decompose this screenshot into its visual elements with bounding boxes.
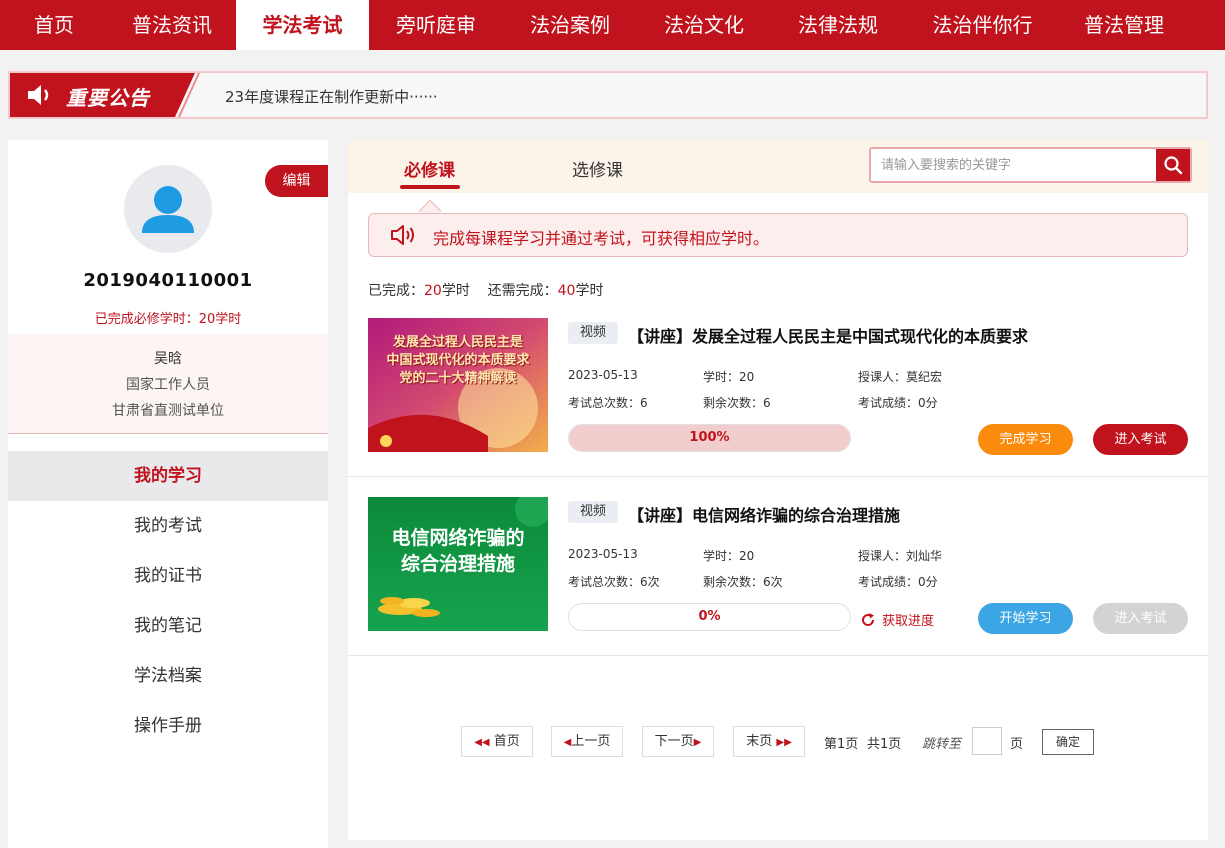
done-label: 已完成： <box>368 283 424 299</box>
get-progress-label: 获取进度 <box>882 614 935 629</box>
info-tip: 完成每课程学习并通过考试，可获得相应学时。 <box>368 213 1188 257</box>
arrow-right-icon: ▶ <box>693 737 702 748</box>
course-teacher: 授课人：莫纪宏 <box>858 370 943 384</box>
completed-hours: 已完成必修学时：20学时 <box>94 312 242 327</box>
remaining-unit: 学时 <box>575 283 604 299</box>
progress-text: 0% <box>698 609 721 624</box>
user-role: 国家工作人员 <box>126 377 210 393</box>
total-pages: 共1页 <box>867 737 902 752</box>
last-page-button[interactable]: 末页 ▶▶ <box>733 726 805 757</box>
current-page: 第1页 <box>824 737 859 752</box>
enter-exam-button-disabled[interactable]: 进入考试 <box>1093 603 1188 634</box>
search-input[interactable] <box>871 149 1156 181</box>
nav-item-management[interactable]: 普法管理 <box>1060 0 1188 50</box>
enter-exam-button[interactable]: 进入考试 <box>1093 424 1188 455</box>
active-tab-indicator <box>400 185 460 189</box>
course-type-tag: 视频 <box>568 322 618 344</box>
nav-item-news[interactable]: 普法资讯 <box>108 0 236 50</box>
done-value: 20 <box>424 283 442 299</box>
course-thumbnail[interactable]: 电信网络诈骗的 综合治理措施 <box>368 497 548 631</box>
exam-remaining-count: 剩余次数：6次 <box>703 575 783 589</box>
course-type-tag: 视频 <box>568 501 618 523</box>
exam-total-count: 考试总次数：6次 <box>568 575 660 589</box>
user-info-box: 吴晗 国家工作人员 甘肃省直测试单位 <box>8 334 328 434</box>
exam-remaining-count: 剩余次数：6 <box>703 396 771 410</box>
course-hours: 学时：20 <box>703 370 755 384</box>
top-nav: 首页 普法资讯 学法考试 旁听庭审 法治案例 法治文化 法律法规 法治伴你行 普… <box>0 0 1225 50</box>
done-unit: 学时 <box>441 283 470 299</box>
course-hours: 学时：20 <box>703 549 755 563</box>
pagination: ◀◀ 首页 ◀上一页 下一页▶ 末页 ▶▶ 第1页 共1页 跳转至 页 确定 <box>348 726 1208 758</box>
nav-item-companion[interactable]: 法治伴你行 <box>905 0 1060 50</box>
menu-item-my-notes[interactable]: 我的笔记 <box>8 601 328 651</box>
menu-item-my-exams[interactable]: 我的考试 <box>8 501 328 551</box>
page-unit: 页 <box>1010 737 1024 752</box>
menu-item-study-records[interactable]: 学法档案 <box>8 651 328 701</box>
course-title[interactable]: 【讲座】发展全过程人民民主是中国式现代化的本质要求 <box>628 323 1028 347</box>
course-teacher: 授课人：刘灿华 <box>858 549 943 563</box>
thumbnail-caption: 电信网络诈骗的 综合治理措施 <box>391 527 525 575</box>
tab-elective[interactable]: 选修课 <box>572 156 623 181</box>
user-icon <box>142 186 194 233</box>
remaining-value: 40 <box>557 283 576 299</box>
start-study-button[interactable]: 开始学习 <box>978 603 1073 634</box>
edit-profile-button[interactable]: 编辑 <box>265 165 328 197</box>
goto-label: 跳转至 <box>922 737 962 752</box>
nav-item-culture[interactable]: 法治文化 <box>637 0 771 50</box>
main-panel: 必修课 选修课 完成每课程学习并通过考试，可获得相应学时。 已完成：20学时 <box>348 140 1208 840</box>
avatar <box>124 165 212 253</box>
remaining-label: 还需完成： <box>487 283 558 299</box>
user-name: 吴晗 <box>154 351 182 367</box>
progress-text: 100% <box>689 430 730 445</box>
search-icon <box>1164 156 1183 175</box>
menu-item-manual[interactable]: 操作手册 <box>8 701 328 751</box>
tab-required[interactable]: 必修课 <box>404 156 455 181</box>
nav-item-court-hearing[interactable]: 旁听庭审 <box>369 0 503 50</box>
nav-item-home[interactable]: 首页 <box>0 0 108 50</box>
course-progress-bar: 0% <box>568 603 851 631</box>
search-box <box>869 147 1192 183</box>
prev-page-button[interactable]: ◀上一页 <box>551 726 623 757</box>
user-id: 2019040110001 <box>83 270 253 291</box>
menu-item-my-certificates[interactable]: 我的证书 <box>8 551 328 601</box>
hours-summary: 已完成：20学时 还需完成：40学时 <box>368 280 603 300</box>
tip-text: 完成每课程学习并通过考试，可获得相应学时。 <box>433 229 770 248</box>
menu-item-my-study[interactable]: 我的学习 <box>8 451 328 501</box>
goto-page-input[interactable] <box>972 727 1002 755</box>
announcement-text[interactable]: 23年度课程正在制作更新中······ <box>225 86 438 107</box>
goto-confirm-button[interactable]: 确定 <box>1042 729 1094 755</box>
course-date: 2023-05-13 <box>568 547 638 561</box>
first-page-button[interactable]: ◀◀ 首页 <box>461 726 533 757</box>
announcement-bar: 重要公告 23年度课程正在制作更新中······ <box>8 71 1208 119</box>
course-thumbnail[interactable]: 发展全过程人民民主是 中国式现代化的本质要求 党的二十大精神解读 <box>368 318 548 452</box>
profile-sidebar: 编辑 2019040110001 已完成必修学时：20学时 吴晗 国家工作人员 … <box>8 140 328 848</box>
course-title[interactable]: 【讲座】电信网络诈骗的综合治理措施 <box>628 502 900 526</box>
get-progress-button[interactable]: 获取进度 <box>860 610 934 629</box>
exam-total-count: 考试总次数：6 <box>568 396 648 410</box>
nav-item-study-exam[interactable]: 学法考试 <box>236 0 369 50</box>
nav-item-laws[interactable]: 法律法规 <box>771 0 905 50</box>
next-page-button[interactable]: 下一页▶ <box>642 726 714 757</box>
course-tabs: 必修课 选修课 <box>348 140 1208 193</box>
course-card: 发展全过程人民民主是 中国式现代化的本质要求 党的二十大精神解读 视频 【讲座】… <box>348 298 1208 477</box>
side-menu: 我的学习 我的考试 我的证书 我的笔记 学法档案 操作手册 <box>8 451 328 751</box>
finish-study-button[interactable]: 完成学习 <box>978 424 1073 455</box>
refresh-icon <box>862 612 875 626</box>
nav-item-cases[interactable]: 法治案例 <box>503 0 637 50</box>
exam-score: 考试成绩：0分 <box>858 396 938 410</box>
course-card: 电信网络诈骗的 综合治理措施 视频 【讲座】电信网络诈骗的综合治理措施 2023… <box>348 477 1208 656</box>
course-date: 2023-05-13 <box>568 368 638 382</box>
user-unit: 甘肃省直测试单位 <box>112 403 224 419</box>
search-button[interactable] <box>1156 149 1190 181</box>
thumbnail-caption: 发展全过程人民民主是 中国式现代化的本质要求 党的二十大精神解读 <box>386 335 530 386</box>
announcement-badge: 重要公告 <box>10 73 200 117</box>
exam-score: 考试成绩：0分 <box>858 575 938 589</box>
double-arrow-left-icon: ◀◀ <box>474 737 490 748</box>
course-progress-bar: 100% <box>568 424 851 452</box>
announcement-title: 重要公告 <box>66 86 150 110</box>
speaker-icon <box>389 224 419 250</box>
double-arrow-right-icon: ▶▶ <box>776 737 792 748</box>
